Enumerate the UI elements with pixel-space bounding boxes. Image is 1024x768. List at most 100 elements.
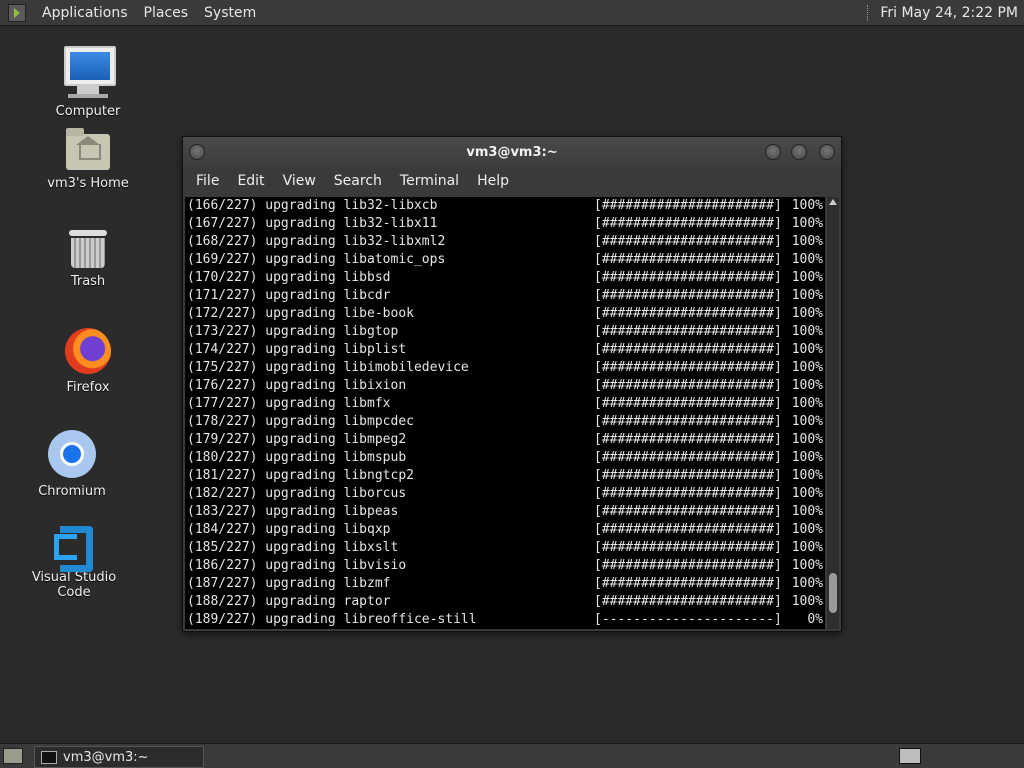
progress-percent: 100% [791,216,823,231]
menu-terminal[interactable]: Terminal [391,173,468,189]
menu-help[interactable]: Help [468,173,518,189]
desktop-icon-label: Firefox [66,380,110,395]
progress-bar-text: [######################] [594,576,782,591]
menu-edit[interactable]: Edit [228,173,273,189]
clock[interactable]: Fri May 24, 2:22 PM [880,5,1018,21]
chromium-icon [48,430,96,478]
progress-percent: 100% [791,288,823,303]
progress-bar-text: [######################] [594,504,782,519]
maximize-button[interactable] [791,144,807,160]
progress-bar-text: [######################] [594,342,782,357]
progress-bar-text: [######################] [594,198,782,213]
desktop-icon-computer[interactable]: Computer [28,46,148,119]
bottom-panel: vm3@vm3:~ [0,743,1024,768]
progress-percent: 100% [791,360,823,375]
scroll-up-arrow-icon[interactable] [829,199,837,205]
progress-percent: 0% [807,612,823,627]
terminal-line: (186/227) upgrading libvisio [###########… [185,557,825,575]
menu-file[interactable]: File [187,173,228,189]
terminal-line: (181/227) upgrading libngtcp2 [##########… [185,467,825,485]
terminal-line: (189/227) upgrading libreoffice-still [--… [185,611,825,629]
desktop-icon-label: Visual Studio Code [31,570,117,600]
package-status-text: (183/227) upgrading libpeas [187,504,399,519]
minimize-button[interactable] [765,144,781,160]
show-desktop-icon[interactable] [3,748,23,764]
terminal-line: (174/227) upgrading libplist [###########… [185,341,825,359]
progress-bar-text: [######################] [594,252,782,267]
desktop-icon-trash[interactable]: Trash [28,230,148,289]
terminal-scrollbar[interactable] [827,197,839,629]
package-status-text: (184/227) upgrading libqxp [187,522,391,537]
menu-search[interactable]: Search [325,173,391,189]
menu-places[interactable]: Places [136,5,197,21]
progress-bar-text: [######################] [594,432,782,447]
terminal-line: (166/227) upgrading lib32-libxcb [#######… [185,197,825,215]
terminal-line: (167/227) upgrading lib32-libx11 [#######… [185,215,825,233]
progress-bar-text: [######################] [594,216,782,231]
package-status-text: (186/227) upgrading libvisio [187,558,407,573]
close-button[interactable] [819,144,835,160]
workspace-switcher[interactable] [899,748,921,764]
progress-percent: 100% [791,576,823,591]
package-status-text: (166/227) upgrading lib32-libxcb [187,198,438,213]
progress-bar-text: [######################] [594,468,782,483]
package-status-text: (170/227) upgrading libbsd [187,270,391,285]
terminal-line: (180/227) upgrading libmspub [###########… [185,449,825,467]
terminal-line: (170/227) upgrading libbsd [#############… [185,269,825,287]
progress-percent: 100% [791,234,823,249]
progress-bar-text: [######################] [594,558,782,573]
terminal-line: (182/227) upgrading liborcus [###########… [185,485,825,503]
package-status-text: (188/227) upgrading raptor [187,594,391,609]
desktop-icon-home[interactable]: vm3's Home [28,128,148,191]
package-status-text: (177/227) upgrading libmfx [187,396,391,411]
progress-bar-text: [######################] [594,540,782,555]
package-status-text: (171/227) upgrading libcdr [187,288,391,303]
progress-percent: 100% [791,468,823,483]
progress-bar-text: [######################] [594,378,782,393]
vscode-icon [52,520,96,572]
progress-bar-text: [######################] [594,324,782,339]
progress-bar-text: [######################] [594,414,782,429]
package-status-text: (189/227) upgrading libreoffice-still [187,612,477,627]
progress-percent: 100% [791,306,823,321]
window-titlebar[interactable]: vm3@vm3:~ [183,137,841,167]
terminal-line: (175/227) upgrading libimobiledevice [###… [185,359,825,377]
progress-bar-text: [######################] [594,450,782,465]
package-status-text: (169/227) upgrading libatomic_ops [187,252,446,267]
progress-bar-text: [######################] [594,522,782,537]
progress-bar-text: [######################] [594,270,782,285]
desktop-icon-firefox[interactable]: Firefox [28,328,148,395]
applications-menu-icon[interactable] [8,3,26,22]
window-title: vm3@vm3:~ [466,144,558,160]
package-status-text: (182/227) upgrading liborcus [187,486,407,501]
progress-percent: 100% [791,486,823,501]
package-status-text: (174/227) upgrading libplist [187,342,407,357]
desktop-icon-chromium[interactable]: Chromium [12,430,132,499]
menu-view[interactable]: View [274,173,325,189]
computer-icon [64,46,116,98]
desktop-icon-vscode[interactable]: Visual Studio Code [14,520,134,600]
taskbar-window-button[interactable]: vm3@vm3:~ [34,746,204,768]
progress-percent: 100% [791,342,823,357]
desktop-icon-label: Chromium [38,484,106,499]
trash-icon [69,230,107,268]
terminal-line: (168/227) upgrading lib32-libxml2 [######… [185,233,825,251]
terminal-window[interactable]: vm3@vm3:~ File Edit View Search Terminal… [182,136,842,632]
package-status-text: (173/227) upgrading libgtop [187,324,399,339]
menu-applications[interactable]: Applications [34,5,136,21]
scrollbar-thumb[interactable] [829,573,837,613]
progress-percent: 100% [791,504,823,519]
terminal-line: (173/227) upgrading libgtop [############… [185,323,825,341]
package-status-text: (178/227) upgrading libmpcdec [187,414,414,429]
desktop-icon-label: Trash [70,274,106,289]
menu-system[interactable]: System [196,5,264,21]
window-menu-button[interactable] [189,144,205,160]
desktop-icon-label: Computer [55,104,121,119]
progress-percent: 100% [791,198,823,213]
progress-percent: 100% [791,540,823,555]
terminal-output[interactable]: (166/227) upgrading lib32-libxcb [#######… [185,197,825,629]
terminal-line: (177/227) upgrading libmfx [#############… [185,395,825,413]
package-status-text: (187/227) upgrading libzmf [187,576,391,591]
progress-bar-text: [######################] [594,234,782,249]
progress-percent: 100% [791,432,823,447]
